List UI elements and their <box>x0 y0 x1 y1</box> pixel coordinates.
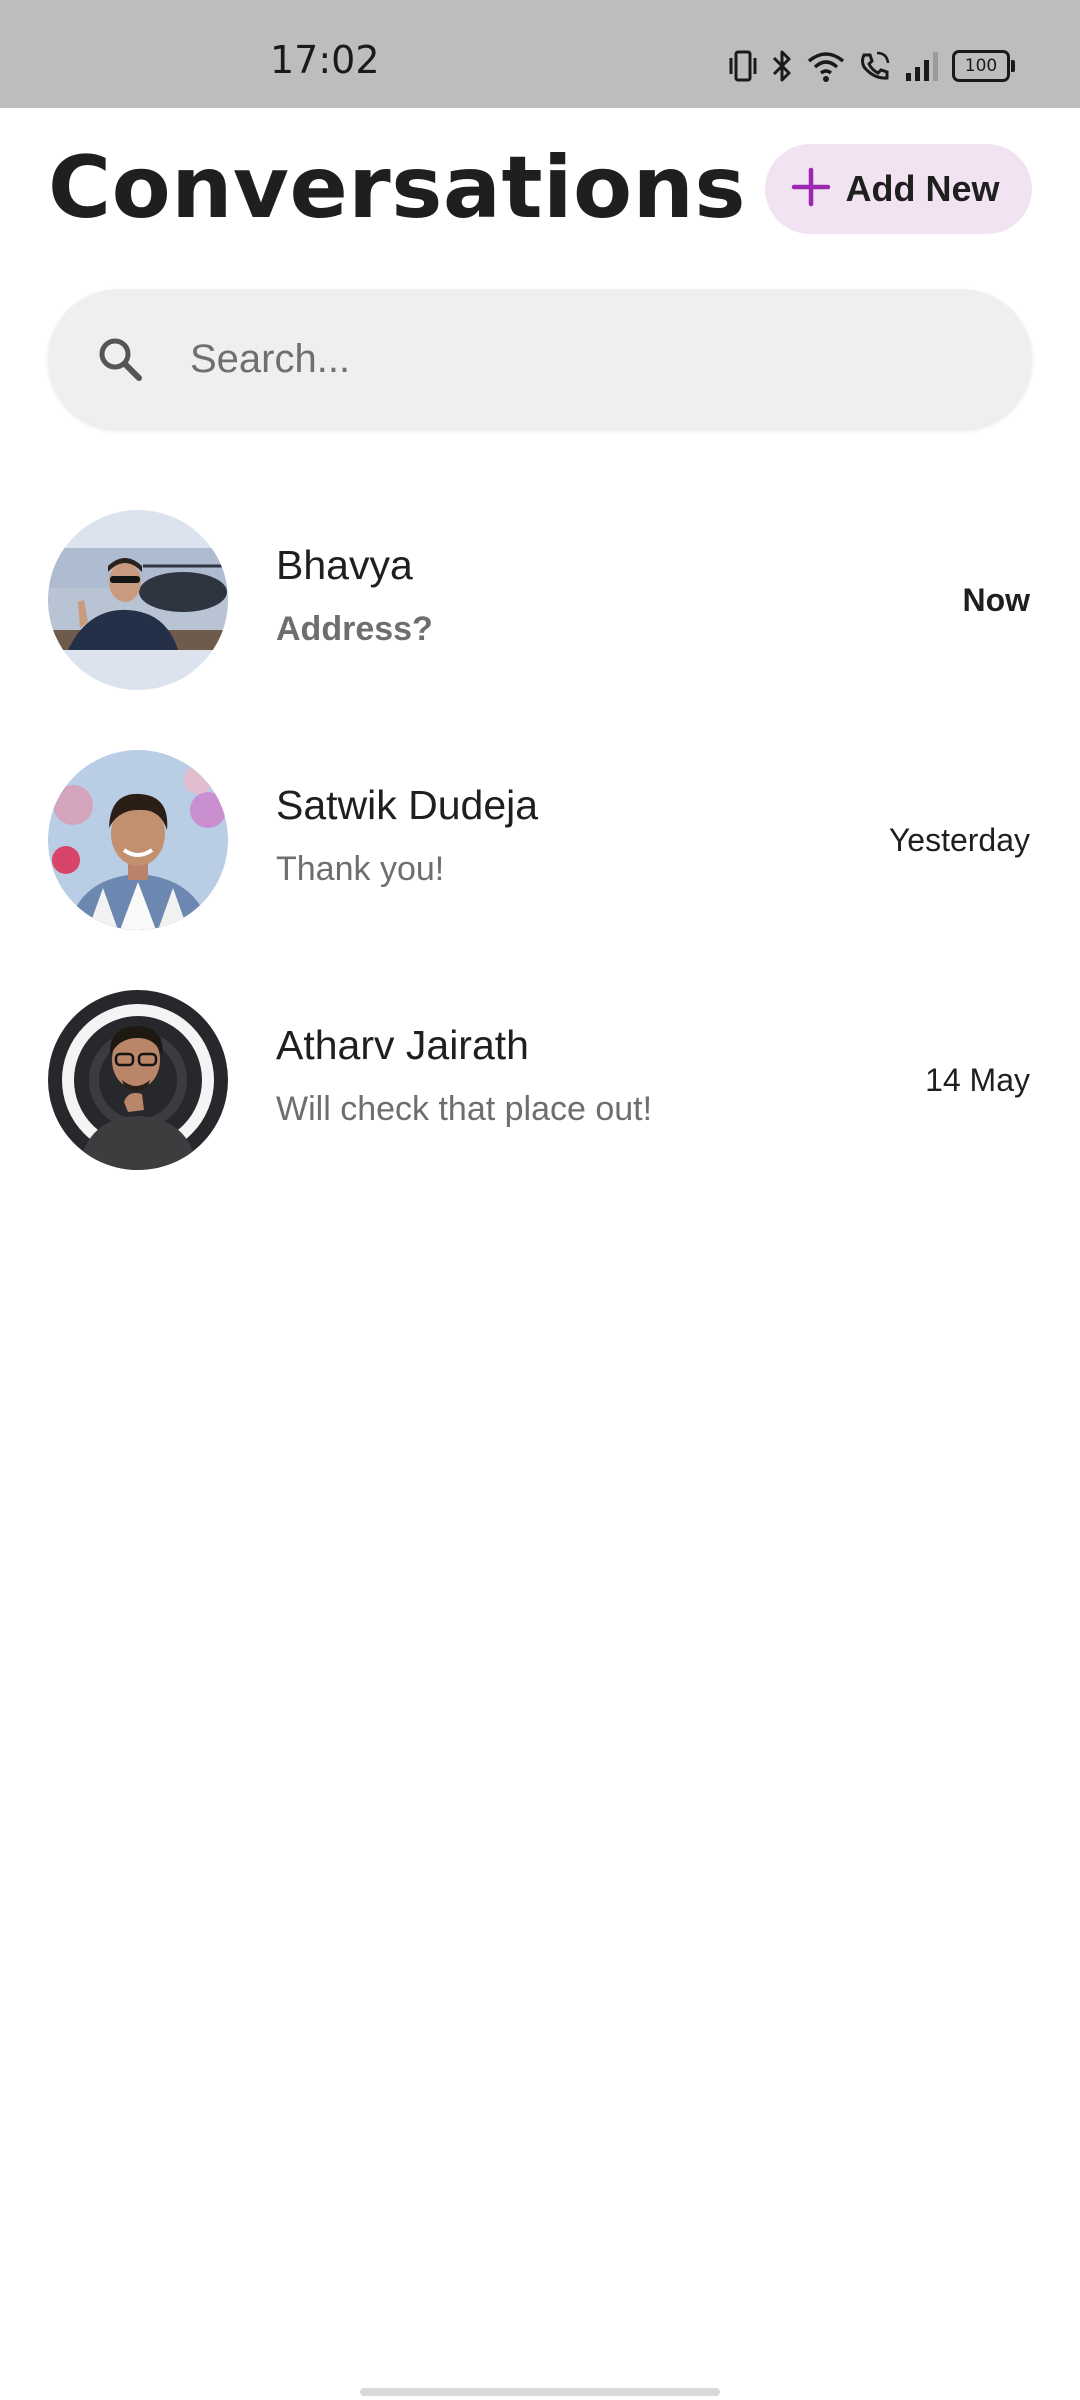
wifi-icon <box>806 49 846 83</box>
wifi-calling-icon <box>858 49 892 83</box>
contact-name: Satwik Dudeja <box>276 782 539 828</box>
add-new-button[interactable]: Add New <box>765 144 1032 234</box>
home-indicator[interactable] <box>360 2388 720 2396</box>
plus-icon <box>791 167 831 212</box>
contact-name: Bhavya <box>276 542 413 588</box>
status-icons: 100 <box>728 46 1015 86</box>
last-message: Address? <box>276 610 433 648</box>
page-title: Conversations <box>48 138 747 238</box>
last-message: Will check that place out! <box>276 1090 653 1128</box>
battery-icon: 100 <box>952 50 1015 82</box>
search-icon <box>94 333 146 385</box>
message-time: Yesterday <box>888 822 1030 858</box>
contact-name: Atharv Jairath <box>276 1022 529 1068</box>
message-time: Now <box>962 582 1030 618</box>
battery-level: 100 <box>952 50 1010 82</box>
bluetooth-icon <box>770 49 794 83</box>
add-new-label: Add New <box>845 168 1000 209</box>
search-input[interactable] <box>188 335 892 383</box>
conversation-item[interactable]: Atharv Jairath Will check that place out… <box>0 980 1080 1180</box>
conversation-item[interactable]: Satwik Dudeja Thank you! Yesterday <box>0 740 1080 940</box>
status-time: 17:02 <box>270 38 380 82</box>
vibrate-icon <box>728 49 758 83</box>
signal-icon <box>904 49 940 83</box>
conversation-item[interactable]: Bhavya Address? Now <box>0 500 1080 700</box>
avatar <box>48 510 228 690</box>
status-bar: 17:02 100 <box>0 0 1080 108</box>
avatar <box>48 750 228 930</box>
search-bar[interactable] <box>48 289 1032 429</box>
last-message: Thank you! <box>276 850 445 888</box>
message-time: 14 May <box>925 1062 1030 1098</box>
avatar <box>48 990 228 1170</box>
